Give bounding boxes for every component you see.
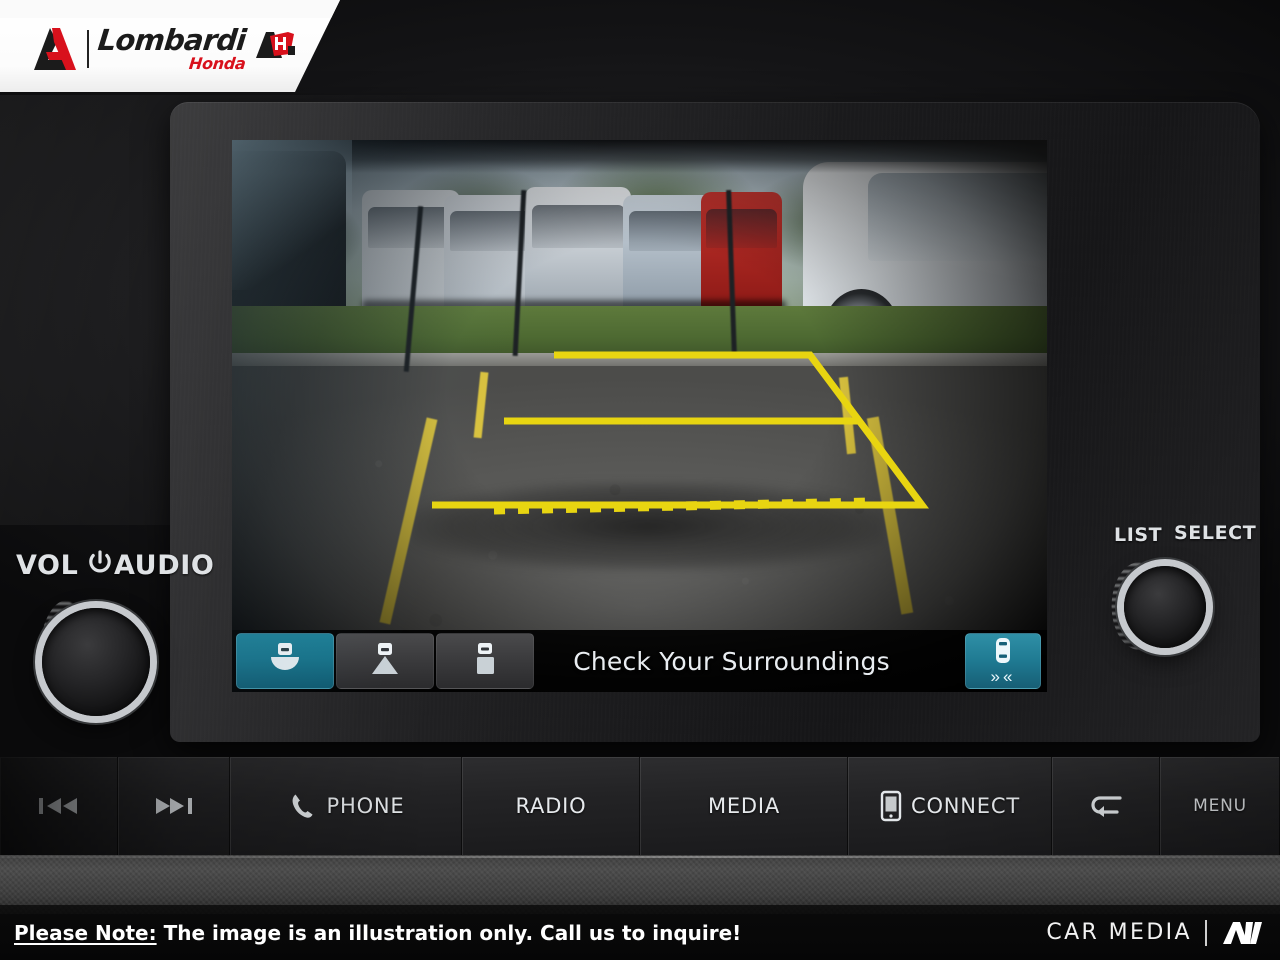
parked-car [700,192,783,309]
camera-normal-view-icon [372,643,398,674]
car-media-label: CAR MEDIA [1046,920,1192,945]
disclaimer-text: The image is an illustration only. Call … [156,920,742,945]
camera-view-wide-button[interactable] [236,633,334,689]
previous-track-icon [39,798,77,814]
select-knob[interactable] [1124,566,1206,648]
car-top-icon [996,638,1010,663]
connect-button[interactable]: CONNECT [848,757,1052,855]
rear-camera-feed [232,140,1047,692]
radio-button-label: RADIO [515,794,587,818]
dealer-logo: Lombardi Honda [24,23,298,73]
back-button[interactable] [1052,757,1160,855]
list-label: LIST [1114,524,1163,546]
media-button-label: MEDIA [707,794,781,818]
volume-knob[interactable] [42,608,150,716]
dealer-brand: Honda [188,54,247,73]
camera-top-mask [232,140,1047,174]
menu-button[interactable]: MENU [1160,757,1280,855]
footer-bar: Please Note: The image is an illustratio… [0,905,1280,960]
power-icon [89,550,111,573]
prev-track-button[interactable] [0,757,118,855]
dealer-logo-banner: Lombardi Honda [0,0,340,92]
next-track-icon [156,798,192,814]
camera-warning-message: Check Your Surroundings [573,646,890,676]
foreground-vehicle-glass [867,173,1047,262]
camera-asphalt-patch [411,482,884,571]
connect-button-label: CONNECT [911,794,1020,818]
disclaimer-label: Please Note: [14,920,157,945]
dealer-name: Lombardi [96,23,248,57]
radio-button[interactable]: RADIO [462,757,640,855]
phone-button[interactable]: PHONE [230,757,462,855]
hard-button-row: PHONE RADIO MEDIA CONNECT MENU [0,757,1280,855]
camera-view-normal-button[interactable] [336,633,434,689]
watermark-divider [1205,919,1207,946]
parked-car [623,195,713,312]
menu-button-label: MENU [1193,796,1247,816]
banner-top-strip [0,0,340,18]
lh-monogram-icon [24,26,78,72]
media-button[interactable]: MEDIA [640,757,848,855]
infotainment-screen[interactable]: Check Your Surroundings »« [232,140,1047,692]
camera-topdown-view-icon [477,643,494,674]
guideline-chevrons: »« [990,667,1016,686]
screen-bottom-bar: Check Your Surroundings »« [232,630,1047,692]
audio-label: AUDIO [114,550,215,581]
back-arrow-icon [1091,796,1122,817]
volume-label: VOL [16,550,79,581]
camera-wide-view-icon [271,643,299,670]
logo-divider [87,30,89,68]
phone-icon [292,794,313,818]
camera-view-selector [236,633,534,689]
camera-view-topdown-button[interactable] [436,633,534,689]
disclaimer-note: Please Note: The image is an illustratio… [14,921,741,945]
phone-button-label: PHONE [326,794,405,818]
smartphone-icon [880,790,902,822]
next-track-button[interactable] [118,757,230,855]
av-logo-icon [1223,921,1262,944]
screenshot-root: Check Your Surroundings »« VOL AUDIO LIS… [0,0,1280,960]
honda-award-badge-icon [254,28,298,62]
car-media-watermark: CAR MEDIA [1046,919,1266,947]
select-label: SELECT [1174,522,1257,544]
logo-wordmark: Lombardi Honda [96,23,298,73]
parked-car [525,186,632,314]
guideline-toggle-button[interactable]: »« [965,633,1041,689]
